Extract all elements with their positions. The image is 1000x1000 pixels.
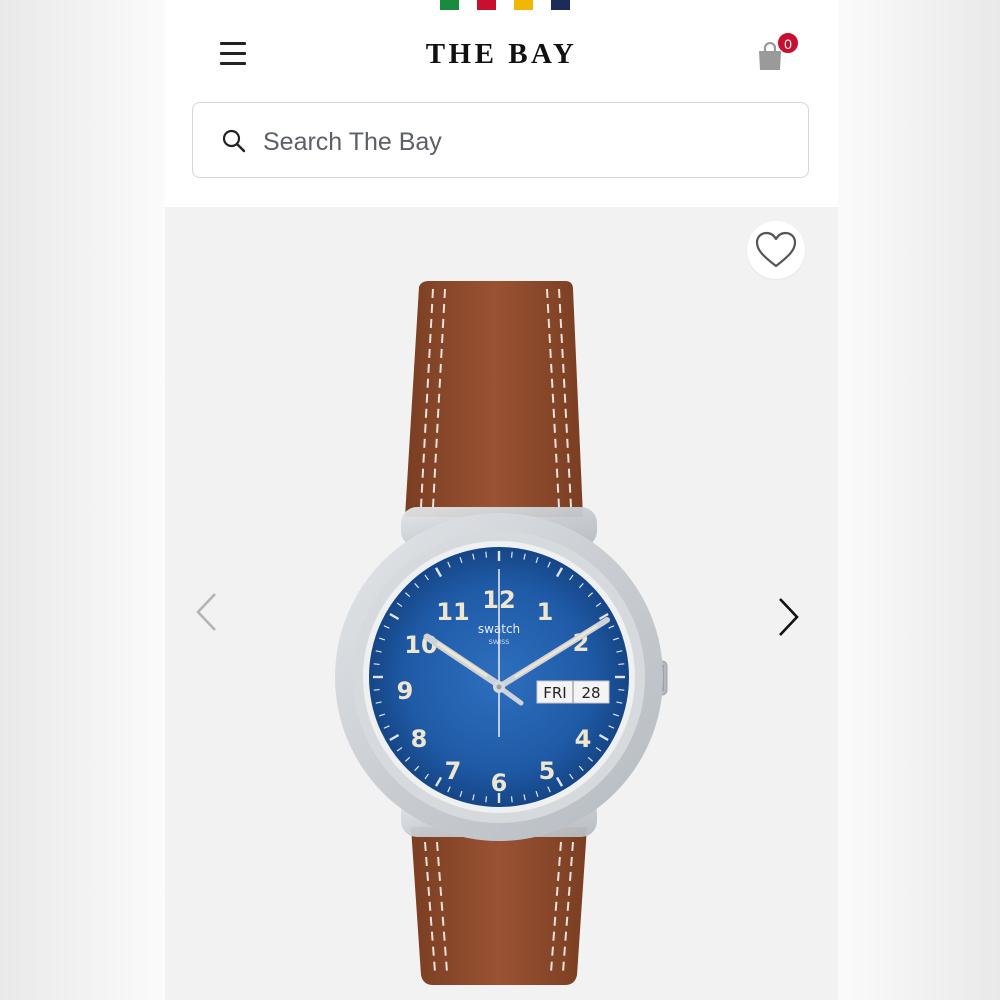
cart-button[interactable]: 0	[757, 32, 799, 74]
svg-text:7: 7	[445, 757, 462, 785]
cart-count-badge: 0	[777, 32, 799, 54]
product-image-gallery[interactable]: 12 1 2 4 5 6 7 8 9 10 11 swatch SWISS FR…	[165, 207, 838, 1000]
site-logo[interactable]: THE BAY	[165, 38, 838, 71]
svg-text:11: 11	[436, 598, 469, 626]
search-input[interactable]	[261, 117, 785, 167]
svg-text:6: 6	[491, 769, 508, 797]
stripe-yellow	[514, 0, 533, 10]
stripe-navy	[551, 0, 570, 10]
stripe-green	[440, 0, 459, 10]
favorite-button[interactable]	[747, 221, 805, 279]
svg-text:4: 4	[575, 725, 592, 753]
search-bar[interactable]	[192, 102, 809, 178]
svg-text:FRI: FRI	[543, 684, 566, 702]
top-header: THE BAY 0	[165, 10, 838, 94]
stripe-red	[477, 0, 496, 10]
chevron-right-icon	[779, 598, 799, 636]
app-screen: THE BAY 0 Search The Bay 12 1 2 4 5 6 7 …	[165, 0, 838, 1000]
previous-image-button[interactable]	[191, 587, 225, 637]
svg-text:9: 9	[397, 677, 414, 705]
search-icon	[222, 129, 246, 153]
heart-outline-icon	[755, 231, 797, 268]
svg-text:8: 8	[411, 725, 428, 753]
chevron-left-icon	[196, 593, 216, 631]
svg-text:28: 28	[581, 684, 600, 702]
svg-text:1: 1	[537, 598, 554, 626]
product-watch-image: 12 1 2 4 5 6 7 8 9 10 11 swatch SWISS FR…	[335, 281, 668, 985]
svg-text:5: 5	[539, 757, 556, 785]
next-image-button[interactable]	[771, 592, 805, 642]
